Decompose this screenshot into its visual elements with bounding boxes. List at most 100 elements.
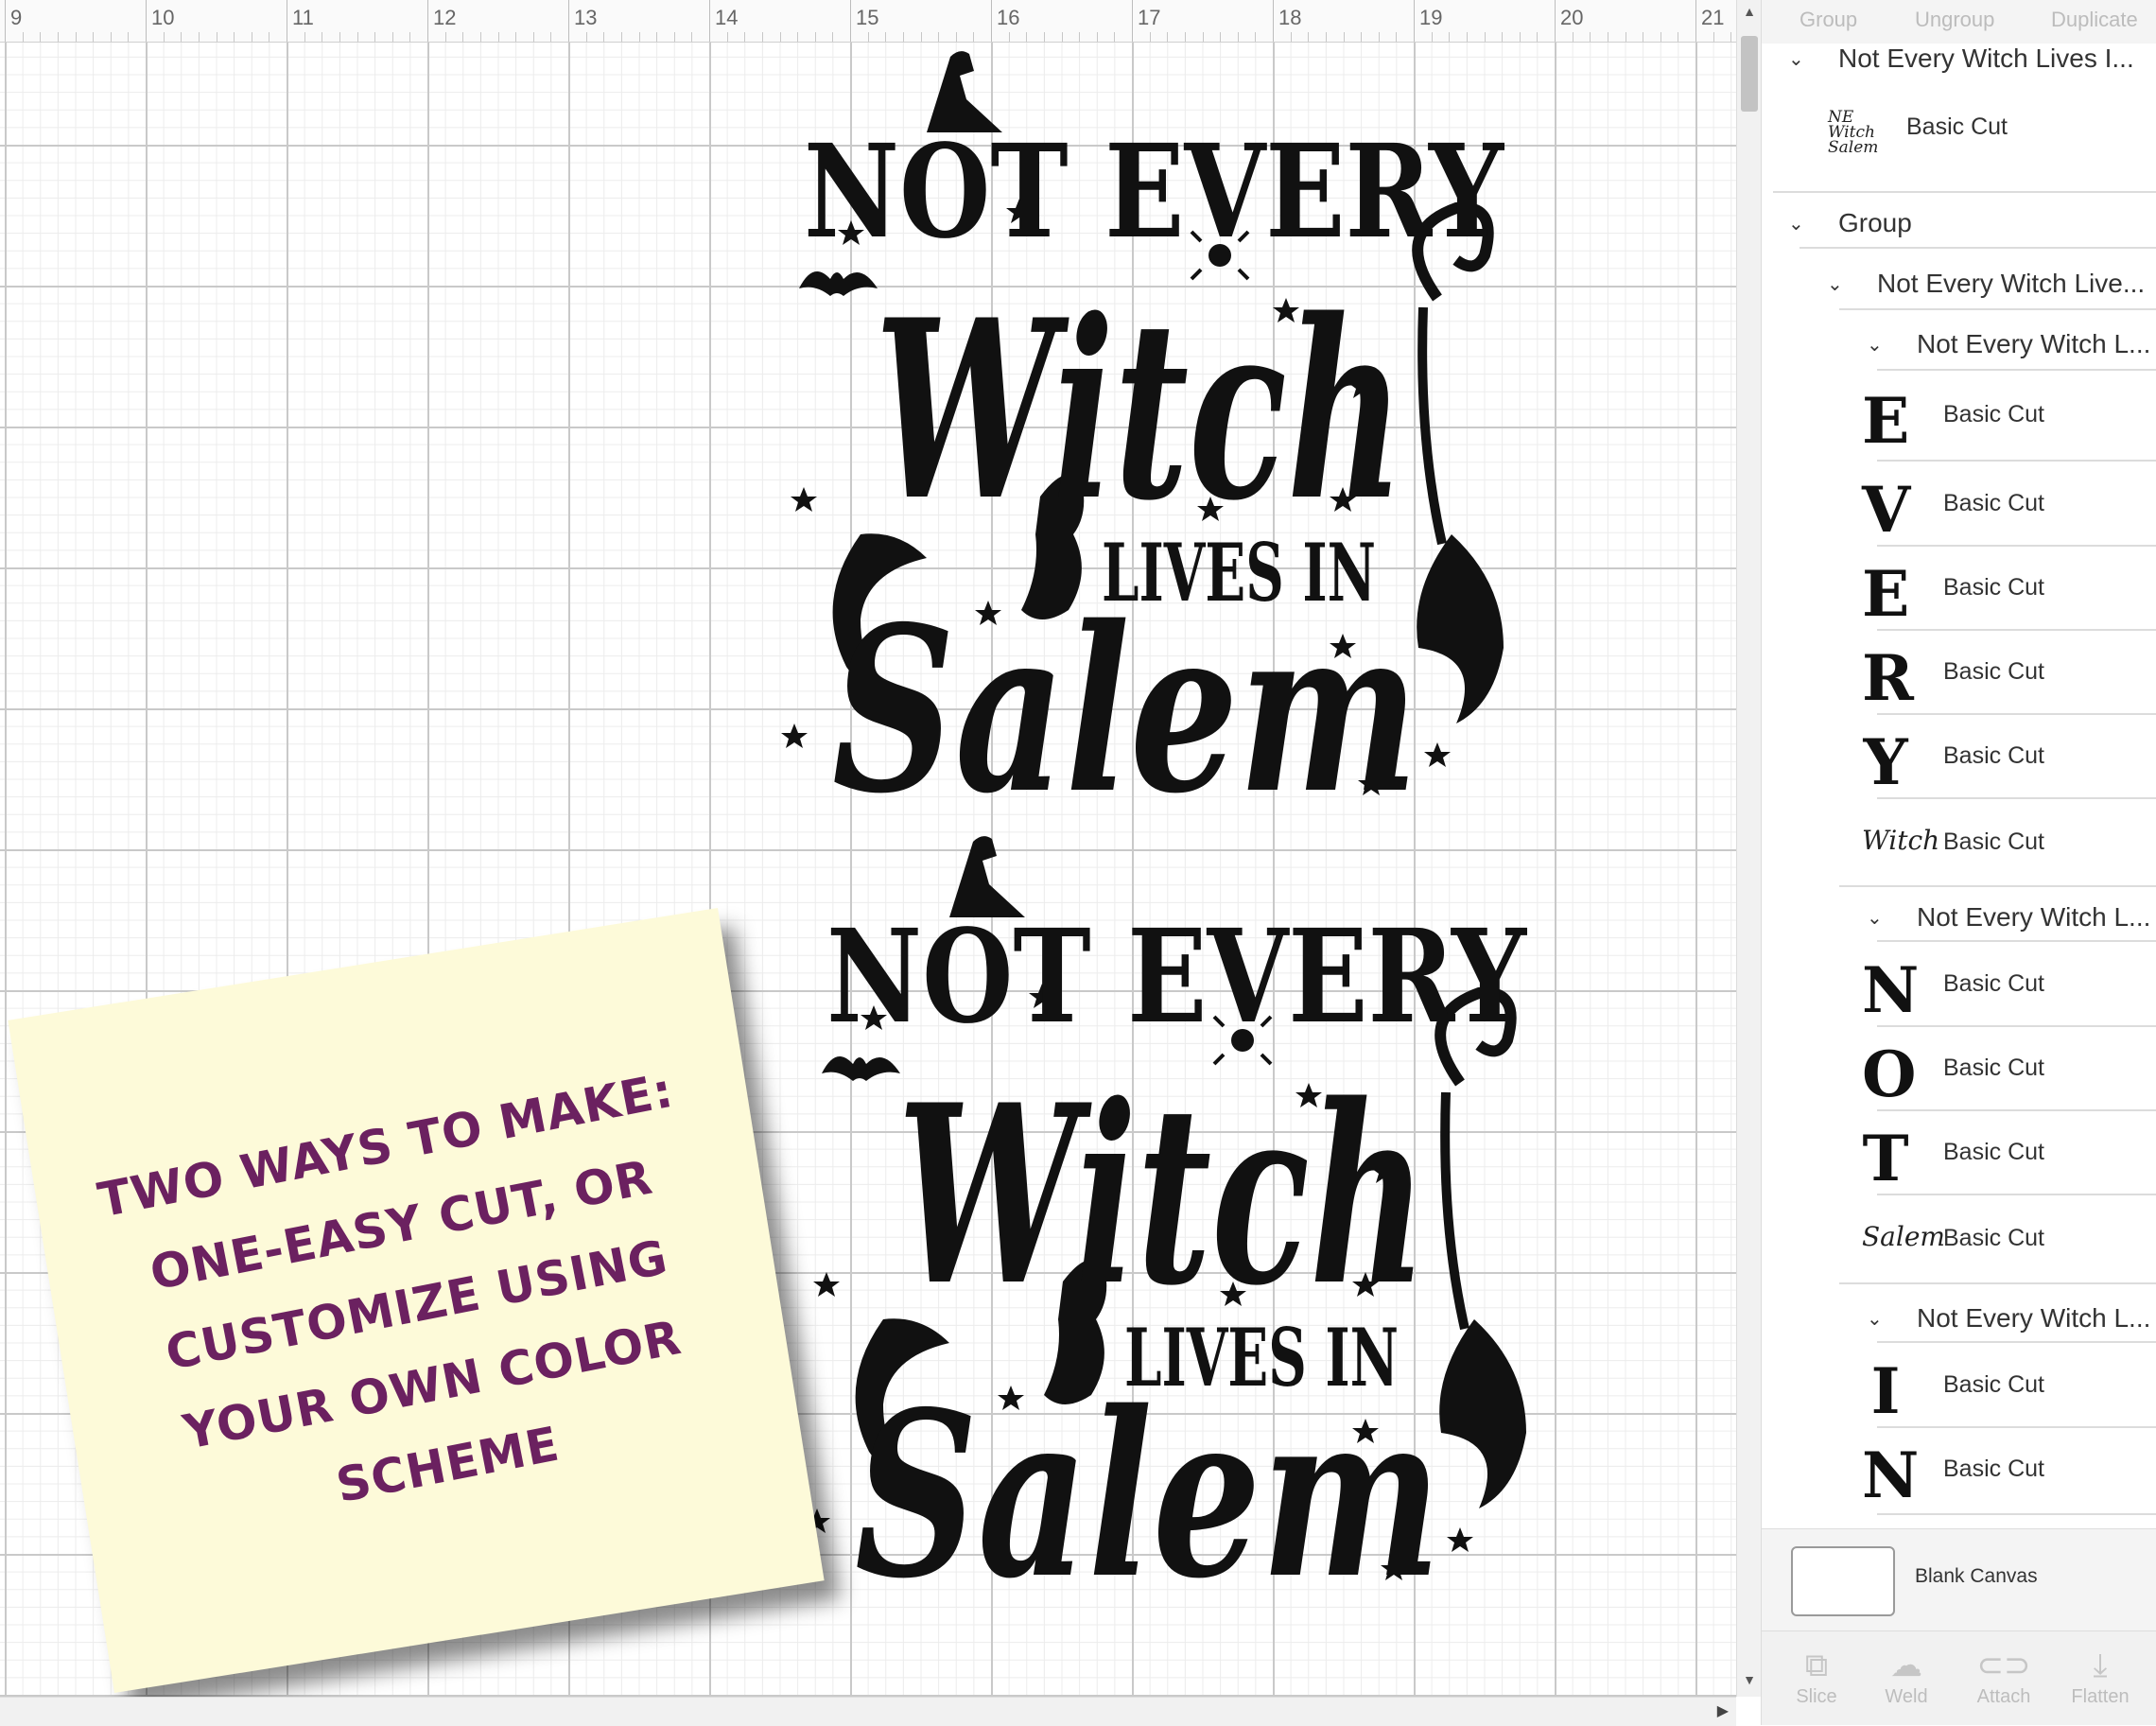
- layer-thumbnail: I: [1870, 1354, 1901, 1428]
- ruler-minor-tick: [1730, 32, 1732, 42]
- layer-group-top[interactable]: ⌄ Not Every Witch Lives I...: [1762, 44, 2156, 78]
- ruler-minor-tick: [1079, 32, 1081, 42]
- flatten-label: Flatten: [2071, 1686, 2130, 1707]
- layer-cut-label: Basic Cut: [1943, 742, 2044, 769]
- ruler-major-tick: [850, 0, 851, 42]
- scroll-up-icon[interactable]: ▲: [1737, 4, 1762, 19]
- layer-group-sub[interactable]: ⌄ Not Every Witch Live...: [1762, 267, 2156, 303]
- ruler-minor-tick: [1519, 32, 1521, 42]
- layer-group-label: Group: [1838, 208, 1912, 237]
- ruler-minor-tick: [1026, 32, 1028, 42]
- ruler-minor-tick: [234, 32, 235, 42]
- layer-group-label: Not Every Witch Live...: [1877, 269, 2146, 298]
- ruler-minor-tick: [356, 32, 358, 42]
- sticky-note-text: TWO WAYS TO MAKE: ONE-EASY CUT, OR CUSTO…: [94, 1062, 687, 1514]
- blank-canvas-swatch[interactable]: [1791, 1546, 1895, 1616]
- layer-thumbnail: N: [1862, 953, 1920, 1027]
- layer-group-label: Not Every Witch L...: [1917, 329, 2151, 358]
- chevron-down-icon[interactable]: ⌄: [1788, 47, 1804, 70]
- ruler-minor-tick: [779, 32, 781, 42]
- layer-cut-label: Basic Cut: [1943, 1139, 2044, 1165]
- ruler-number: 19: [1419, 6, 1443, 29]
- ruler-minor-tick: [515, 32, 517, 42]
- ruler-major-tick: [709, 0, 710, 42]
- vertical-scroll-thumb[interactable]: [1741, 36, 1758, 112]
- ruler-minor-tick: [57, 32, 59, 42]
- layer-item[interactable]: N Basic Cut: [1762, 1429, 2156, 1512]
- layer-item[interactable]: Y Basic Cut: [1762, 716, 2156, 799]
- ruler-minor-tick: [22, 32, 24, 42]
- vertical-scrollbar[interactable]: ▲ ▼: [1736, 0, 1762, 1697]
- ruler-minor-tick: [691, 32, 693, 42]
- layer-group-letters-3[interactable]: ⌄ Not Every Witch L...: [1762, 1301, 2156, 1337]
- layer-tools-bar: ⧉ Slice ☁ Weld ⊂⊃ Attach ⤓ Flatten: [1762, 1630, 2156, 1725]
- ruler-minor-tick: [620, 32, 622, 42]
- horizontal-scrollbar[interactable]: ▶: [0, 1697, 1736, 1726]
- ruler-minor-tick: [374, 32, 376, 42]
- layer-item[interactable]: I Basic Cut: [1762, 1345, 2156, 1428]
- layer-item-top[interactable]: NE Witch Salem Basic Cut: [1762, 102, 2156, 156]
- design-line-not-every: NOT EVERY: [826, 901, 1528, 1053]
- flatten-button[interactable]: ⤓ Flatten: [2062, 1645, 2138, 1708]
- layer-item[interactable]: T Basic Cut: [1762, 1112, 2156, 1195]
- flatten-icon: ⤓: [2093, 1648, 2108, 1683]
- ruler-number: 10: [151, 6, 175, 29]
- layer-group-letters-2[interactable]: ⌄ Not Every Witch L...: [1762, 900, 2156, 936]
- ruler-minor-tick: [1202, 32, 1204, 42]
- ruler-number: 18: [1278, 6, 1302, 29]
- chevron-down-icon[interactable]: ⌄: [1867, 906, 1883, 929]
- ruler-minor-tick: [973, 32, 975, 42]
- chevron-down-icon[interactable]: ⌄: [1788, 212, 1804, 235]
- horizontal-ruler: 9 10 11 12 13 14 15 16 17 18 19 20 21: [0, 0, 1820, 43]
- layer-group-label: Not Every Witch L...: [1917, 1303, 2151, 1333]
- ruler-minor-tick: [1184, 32, 1186, 42]
- scroll-right-icon[interactable]: ▶: [1717, 1701, 1729, 1720]
- layer-item[interactable]: V Basic Cut: [1762, 463, 2156, 547]
- ruler-minor-tick: [1713, 32, 1714, 42]
- ruler-minor-tick: [761, 32, 763, 42]
- design-line-witch: Witch: [897, 1052, 1427, 1340]
- design-bottom[interactable]: NOT EVERY Witch LIVES IN Salem: [779, 828, 1574, 1622]
- layer-item[interactable]: N Basic Cut: [1762, 944, 2156, 1027]
- layer-item[interactable]: R Basic Cut: [1762, 632, 2156, 715]
- chevron-down-icon[interactable]: ⌄: [1867, 1307, 1883, 1330]
- design-canvas[interactable]: NOT EVERY Witch LIVES IN Salem NOT EVERY…: [0, 0, 1736, 1697]
- layer-thumbnail: T: [1862, 1122, 1909, 1195]
- layer-thumbnail: V: [1862, 473, 1911, 547]
- layer-item[interactable]: Salem Basic Cut: [1762, 1196, 2156, 1278]
- blank-canvas-row[interactable]: Blank Canvas: [1762, 1528, 2156, 1631]
- ruler-major-tick: [1555, 0, 1556, 42]
- ruler-minor-tick: [1096, 32, 1098, 42]
- layer-item[interactable]: E Basic Cut: [1762, 548, 2156, 631]
- ruler-minor-tick: [181, 32, 183, 42]
- ruler-minor-tick: [1043, 32, 1045, 42]
- ruler-minor-tick: [1590, 32, 1591, 42]
- design-top[interactable]: NOT EVERY Witch LIVES IN Salem: [756, 43, 1551, 837]
- attach-button[interactable]: ⊂⊃ Attach: [1966, 1645, 2042, 1708]
- layer-thumbnail: N: [1862, 1438, 1920, 1512]
- layer-item[interactable]: E Basic Cut: [1762, 375, 2156, 458]
- duplicate-button[interactable]: Duplicate: [2051, 8, 2138, 32]
- sticky-note: TWO WAYS TO MAKE: ONE-EASY CUT, OR CUSTO…: [8, 907, 825, 1694]
- layer-list: ⌄ Not Every Witch Lives I... NE Witch Sale…: [1762, 44, 2156, 1528]
- group-button[interactable]: Group: [1800, 8, 1857, 32]
- layer-thumbnail: E: [1862, 384, 1910, 458]
- ruler-number: 9: [10, 6, 23, 29]
- scroll-down-icon[interactable]: ▼: [1737, 1672, 1762, 1687]
- layer-item[interactable]: O Basic Cut: [1762, 1028, 2156, 1111]
- slice-button[interactable]: ⧉ Slice: [1779, 1645, 1854, 1708]
- ungroup-button[interactable]: Ungroup: [1915, 8, 1994, 32]
- chevron-down-icon[interactable]: ⌄: [1827, 272, 1843, 295]
- design-thumbnail: NE Witch Salem: [1828, 108, 1879, 157]
- ruler-minor-tick: [198, 32, 200, 42]
- ruler-number: 16: [997, 6, 1020, 29]
- attach-icon: ⊂⊃: [1976, 1648, 2031, 1683]
- weld-button[interactable]: ☁ Weld: [1869, 1645, 1944, 1708]
- layer-group-letters-1[interactable]: ⌄ Not Every Witch L...: [1762, 327, 2156, 363]
- ruler-number: 11: [292, 6, 314, 29]
- chevron-down-icon[interactable]: ⌄: [1867, 333, 1883, 356]
- layer-item[interactable]: Witch Basic Cut: [1762, 800, 2156, 881]
- ruler-minor-tick: [532, 32, 534, 42]
- layer-group-group[interactable]: ⌄ Group: [1762, 206, 2156, 242]
- ruler-minor-tick: [1325, 32, 1327, 42]
